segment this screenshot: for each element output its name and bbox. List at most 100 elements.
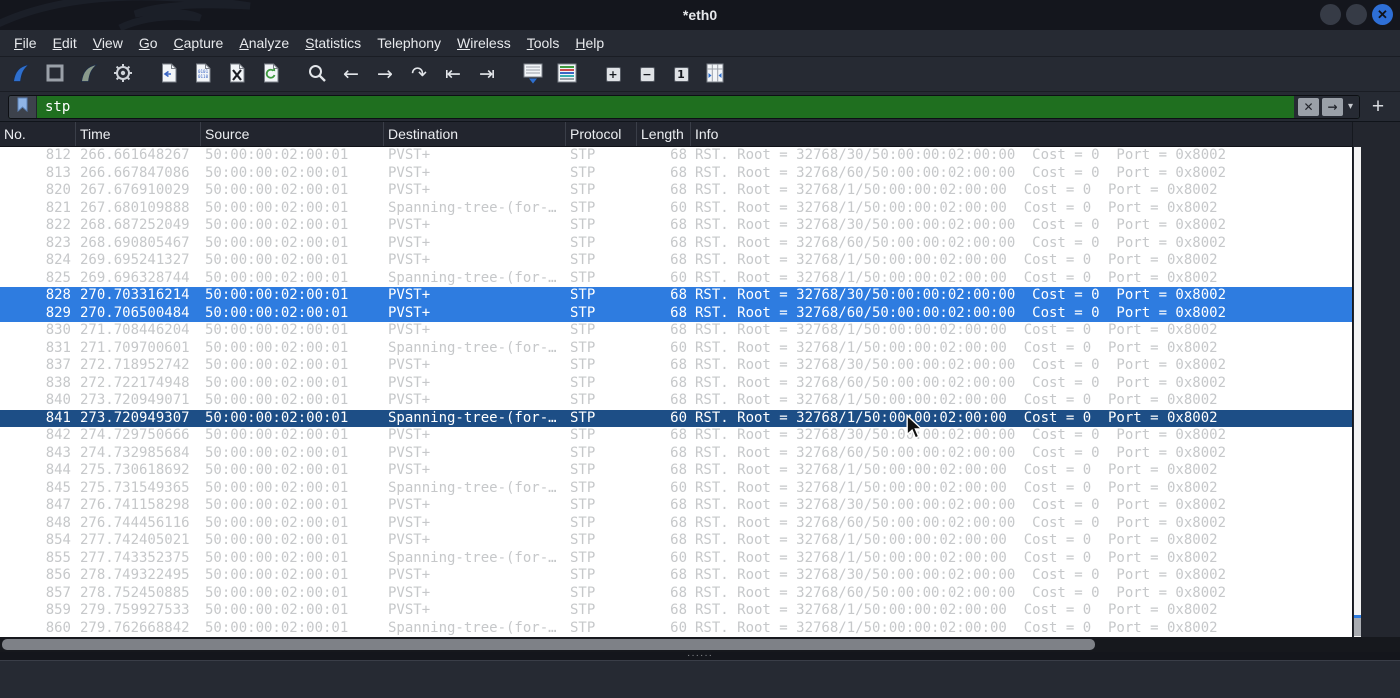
minimize-button[interactable] bbox=[1320, 4, 1341, 25]
menu-tools[interactable]: Tools bbox=[519, 32, 568, 54]
packet-row-859[interactable]: 859 279.759927533 50:00:00:02:00:01 PVST+ ST… bbox=[0, 602, 1354, 620]
cell-length: 68 bbox=[670, 427, 687, 443]
vertical-scrollbar-track[interactable] bbox=[1354, 147, 1361, 638]
vertical-scrollbar-thumb[interactable] bbox=[1354, 615, 1361, 636]
menu-wireless[interactable]: Wireless bbox=[449, 32, 519, 54]
packet-row-848[interactable]: 848 276.744456116 50:00:00:02:00:01 PVST+ ST… bbox=[0, 515, 1354, 533]
packet-row-860[interactable]: 860 279.762668842 50:00:00:02:00:01 Spannin… bbox=[0, 620, 1354, 638]
apply-filter-button[interactable]: → bbox=[1321, 97, 1343, 116]
cell-no: 841 bbox=[45, 409, 71, 426]
packet-row-844[interactable]: 844 275.730618692 50:00:00:02:00:01 PVST+ ST… bbox=[0, 462, 1354, 480]
packet-row-855[interactable]: 855 277.743352375 50:00:00:02:00:01 Spannin… bbox=[0, 550, 1354, 568]
menu-edit[interactable]: Edit bbox=[45, 32, 85, 54]
cell-length: 68 bbox=[670, 304, 687, 321]
packet-row-824[interactable]: 824 269.695241327 50:00:00:02:00:01 PVST+ ST… bbox=[0, 252, 1354, 270]
maximize-button[interactable] bbox=[1346, 4, 1367, 25]
menu-view[interactable]: View bbox=[85, 32, 131, 54]
column-header-source[interactable]: Source bbox=[201, 122, 384, 146]
menu-analyze[interactable]: Analyze bbox=[231, 32, 297, 54]
zoom-out-button[interactable]: − bbox=[632, 60, 662, 89]
cell-destination: PVST+ bbox=[388, 217, 431, 233]
packet-row-821[interactable]: 821 267.680109888 50:00:00:02:00:01 Spannin… bbox=[0, 200, 1354, 218]
stop-capture-button[interactable] bbox=[40, 60, 70, 89]
go-last-packet-button[interactable]: ⇥ bbox=[472, 60, 502, 89]
packet-row-842[interactable]: 842 274.729750666 50:00:00:02:00:01 PVST+ ST… bbox=[0, 427, 1354, 445]
cell-info: RST. Root = 32768/1/50:00:00:02:00:00 Co… bbox=[695, 479, 1218, 496]
menu-telephony[interactable]: Telephony bbox=[369, 32, 449, 54]
packet-row-837[interactable]: 837 272.718952742 50:00:00:02:00:01 PVST+ ST… bbox=[0, 357, 1354, 375]
packet-row-823[interactable]: 823 268.690805467 50:00:00:02:00:01 PVST+ ST… bbox=[0, 235, 1354, 253]
menu-capture[interactable]: Capture bbox=[166, 32, 232, 54]
add-filter-button[interactable]: + bbox=[1366, 95, 1390, 119]
find-packet-button[interactable] bbox=[302, 60, 332, 89]
packet-row-820[interactable]: 820 267.676910029 50:00:00:02:00:01 PVST+ ST… bbox=[0, 182, 1354, 200]
kali-logo-watermark bbox=[0, 0, 251, 30]
close-button[interactable]: ✕ bbox=[1372, 4, 1393, 25]
cell-source: 50:00:00:02:00:01 bbox=[205, 532, 349, 548]
go-back-button[interactable]: ← bbox=[336, 60, 366, 89]
column-header-no[interactable]: No. bbox=[0, 122, 76, 146]
auto-scroll-button[interactable] bbox=[518, 60, 548, 89]
packet-row-840[interactable]: 840 273.720949071 50:00:00:02:00:01 PVST+ ST… bbox=[0, 392, 1354, 410]
start-capture-button[interactable] bbox=[6, 60, 36, 89]
close-file-button[interactable] bbox=[222, 60, 252, 89]
horizontal-scrollbar-thumb[interactable] bbox=[2, 639, 1095, 650]
packet-row-838[interactable]: 838 272.722174948 50:00:00:02:00:01 PVST+ ST… bbox=[0, 375, 1354, 393]
cell-info: RST. Root = 32768/1/50:00:00:02:00:00 Co… bbox=[695, 322, 1218, 338]
packet-row-812[interactable]: 812 266.661648267 50:00:00:02:00:01 PVST+ ST… bbox=[0, 147, 1354, 165]
cell-source: 50:00:00:02:00:01 bbox=[205, 427, 349, 443]
splitter-handle[interactable]: ······ bbox=[687, 651, 713, 661]
cell-time: 273.720949071 bbox=[80, 392, 190, 408]
reload-file-button[interactable] bbox=[256, 60, 286, 89]
packet-row-822[interactable]: 822 268.687252049 50:00:00:02:00:01 PVST+ ST… bbox=[0, 217, 1354, 235]
go-first-packet-button[interactable]: ⇤ bbox=[438, 60, 468, 89]
filter-dropdown-button[interactable]: ▾ bbox=[1346, 101, 1355, 112]
clear-filter-button[interactable]: ✕ bbox=[1297, 97, 1319, 116]
cell-destination: PVST+ bbox=[388, 602, 431, 618]
pane-splitter[interactable]: ······ bbox=[0, 651, 1400, 661]
cell-destination: PVST+ bbox=[388, 497, 431, 513]
toolbar-group: + − 1 bbox=[598, 60, 730, 89]
colorize-button[interactable] bbox=[552, 60, 582, 89]
packet-row-831[interactable]: 831 271.709700601 50:00:00:02:00:01 Spannin… bbox=[0, 340, 1354, 358]
menu-help[interactable]: Help bbox=[567, 32, 612, 54]
packet-row-856[interactable]: 856 278.749322495 50:00:00:02:00:01 PVST+ ST… bbox=[0, 567, 1354, 585]
packet-row-828[interactable]: 828 270.703316214 50:00:00:02:00:01 PVST+ ST… bbox=[0, 287, 1354, 305]
resize-columns-button[interactable] bbox=[700, 60, 730, 89]
menu-statistics[interactable]: Statistics bbox=[297, 32, 369, 54]
column-header-protocol[interactable]: Protocol bbox=[566, 122, 637, 146]
filter-bookmarks-button[interactable] bbox=[9, 95, 37, 118]
packet-row-813[interactable]: 813 266.667847086 50:00:00:02:00:01 PVST+ ST… bbox=[0, 165, 1354, 183]
cell-source: 50:00:00:02:00:01 bbox=[205, 182, 349, 198]
open-file-button[interactable] bbox=[154, 60, 184, 89]
auto-scroll-icon bbox=[521, 62, 545, 87]
column-header-time[interactable]: Time bbox=[76, 122, 201, 146]
column-header-destination[interactable]: Destination bbox=[384, 122, 566, 146]
cell-protocol: STP bbox=[570, 444, 596, 461]
zoom-in-button[interactable]: + bbox=[598, 60, 628, 89]
capture-options-button[interactable] bbox=[108, 60, 138, 89]
menu-file[interactable]: File bbox=[6, 32, 45, 54]
packet-row-857[interactable]: 857 278.752450885 50:00:00:02:00:01 PVST+ ST… bbox=[0, 585, 1354, 603]
packet-row-841[interactable]: 841 273.720949307 50:00:00:02:00:01 Spannin… bbox=[0, 409, 1354, 427]
go-forward-button[interactable]: → bbox=[370, 60, 400, 89]
cell-length: 68 bbox=[670, 374, 687, 391]
column-header-info[interactable]: Info bbox=[691, 122, 1400, 146]
packet-row-843[interactable]: 843 274.732985684 50:00:00:02:00:01 PVST+ ST… bbox=[0, 445, 1354, 463]
cell-no: 823 bbox=[45, 234, 71, 251]
vertical-scrollbar[interactable] bbox=[1352, 122, 1400, 652]
packet-row-847[interactable]: 847 276.741158298 50:00:00:02:00:01 PVST+ ST… bbox=[0, 497, 1354, 515]
packet-row-825[interactable]: 825 269.696328744 50:00:00:02:00:01 Spannin… bbox=[0, 270, 1354, 288]
filter-bar: ✕ → ▾ + bbox=[0, 92, 1400, 122]
packet-row-830[interactable]: 830 271.708446204 50:00:00:02:00:01 PVST+ ST… bbox=[0, 322, 1354, 340]
packet-row-829[interactable]: 829 270.706500484 50:00:00:02:00:01 PVST+ ST… bbox=[0, 304, 1354, 322]
packet-row-854[interactable]: 854 277.742405021 50:00:00:02:00:01 PVST+ ST… bbox=[0, 532, 1354, 550]
packet-row-845[interactable]: 845 275.731549365 50:00:00:02:00:01 Spannin… bbox=[0, 480, 1354, 498]
go-to-packet-button[interactable]: ↷ bbox=[404, 60, 434, 89]
column-header-length[interactable]: Length bbox=[637, 122, 691, 146]
menu-go[interactable]: Go bbox=[131, 32, 166, 54]
display-filter-input[interactable] bbox=[37, 95, 1294, 118]
zoom-original-button[interactable]: 1 bbox=[666, 60, 696, 89]
restart-capture-button[interactable] bbox=[74, 60, 104, 89]
save-file-button[interactable]: 0101 0110 bbox=[188, 60, 218, 89]
